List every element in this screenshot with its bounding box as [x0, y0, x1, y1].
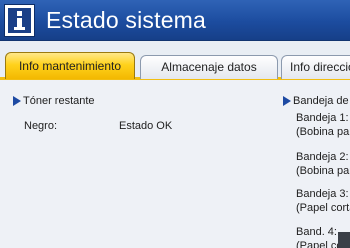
- tab-label: Info mantenimiento: [18, 59, 122, 73]
- tray-1-detail: (Bobina pap: [296, 126, 350, 138]
- tray-1-name: Bandeja 1:: [296, 112, 349, 124]
- tray-2-name: Bandeja 2:: [296, 151, 349, 163]
- toner-heading: Tóner restante: [23, 95, 95, 107]
- scroll-corner: [338, 232, 350, 248]
- tray-3-name: Bandeja 3:: [296, 188, 349, 200]
- tab-label: Info direcció: [290, 60, 350, 74]
- toner-black-label: Negro:: [24, 120, 58, 132]
- maintenance-info-panel: Tóner restante Negro: Estado OK Bandeja …: [0, 80, 350, 248]
- section-arrow-icon: [283, 96, 291, 106]
- tray-4-name: Band. 4:: [296, 226, 337, 238]
- tray-3-detail: (Papel corta: [296, 202, 350, 214]
- tray-2-detail: (Bobina pap: [296, 165, 350, 177]
- title-bar: Estado sistema: [0, 0, 350, 41]
- toner-black-value: Estado OK: [119, 120, 173, 132]
- page-title: Estado sistema: [46, 7, 207, 33]
- info-icon: [4, 4, 35, 37]
- tab-data-storage[interactable]: Almacenaje datos: [140, 55, 278, 79]
- tab-address-info[interactable]: Info direcció: [281, 55, 350, 79]
- system-status-screen: Estado sistema Info mantenimiento Almace…: [0, 0, 350, 248]
- tab-label: Almacenaje datos: [161, 60, 257, 74]
- tab-maintenance-info[interactable]: Info mantenimiento: [5, 52, 135, 79]
- section-arrow-icon: [13, 96, 21, 106]
- trays-heading: Bandeja de: [293, 95, 349, 107]
- tab-strip: Info mantenimiento Almacenaje datos Info…: [0, 41, 350, 79]
